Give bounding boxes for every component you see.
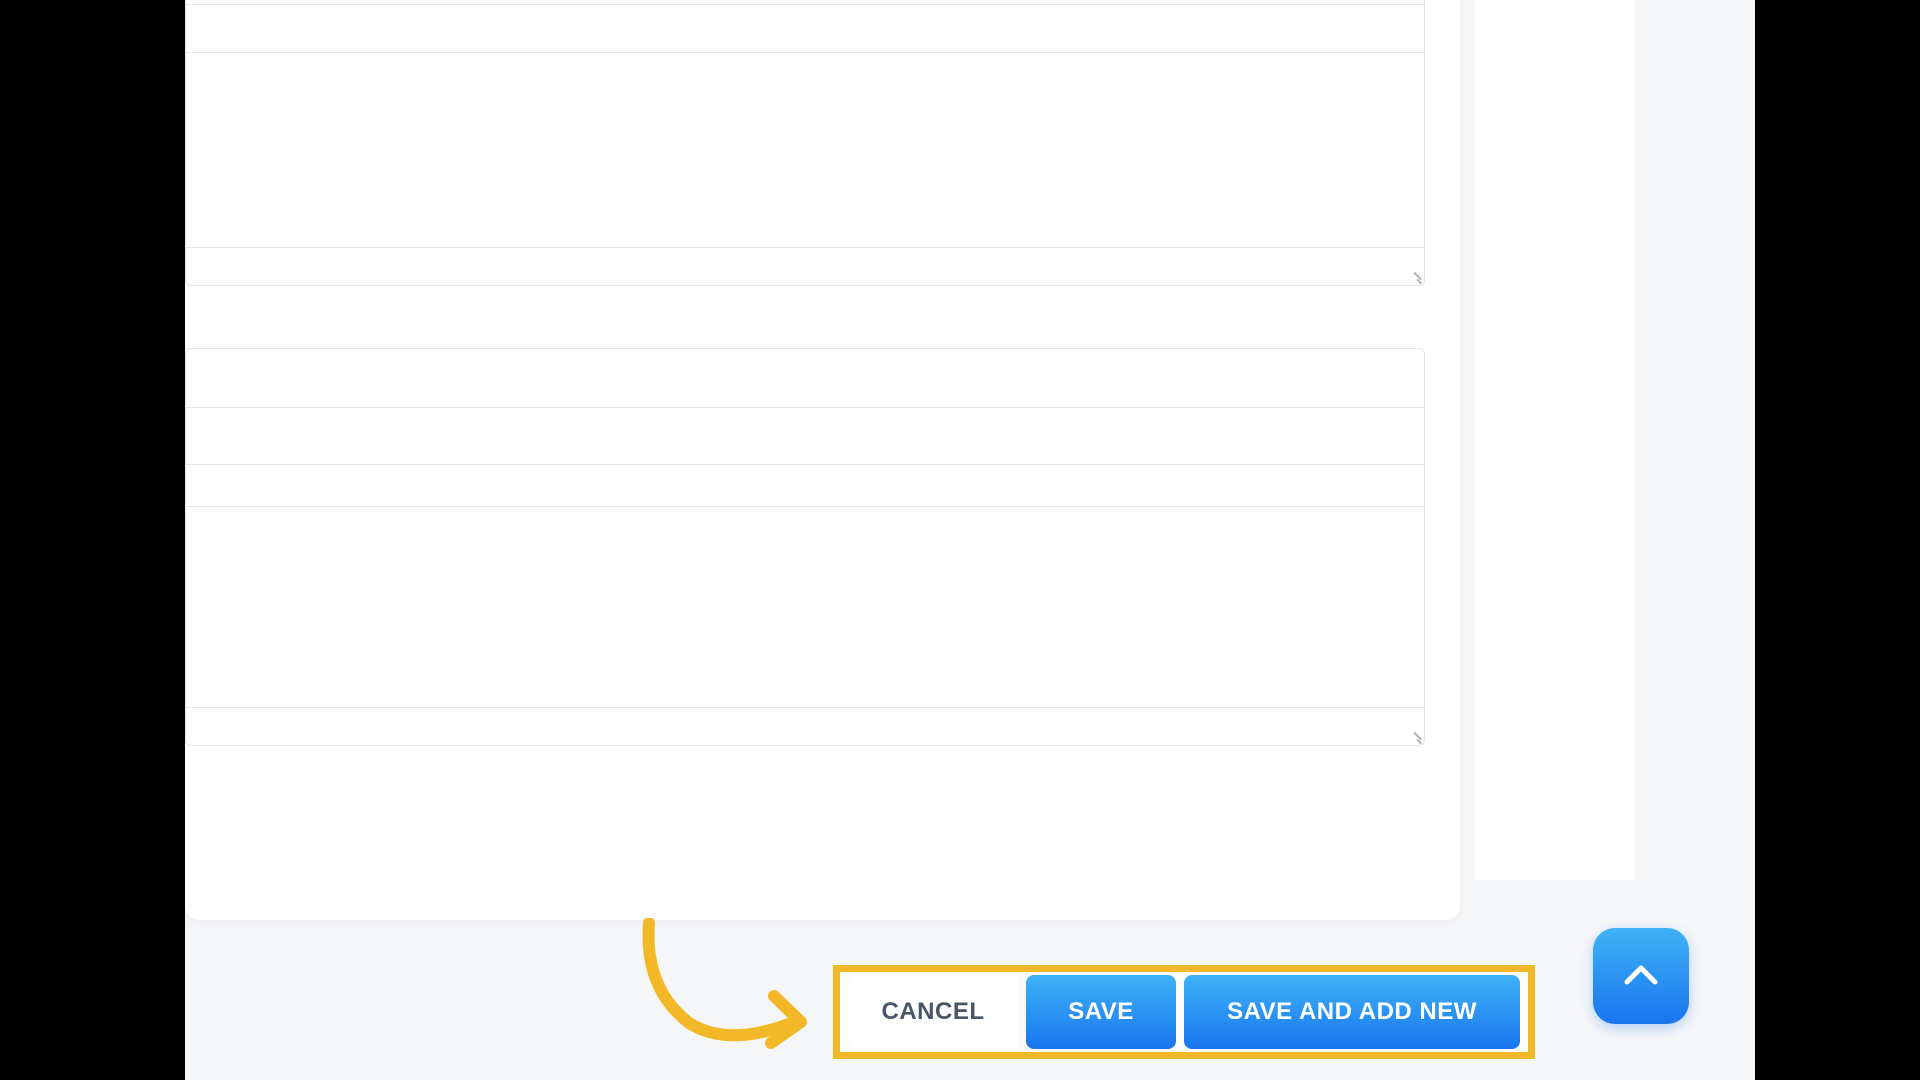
- right-sidebar-panel: [1475, 0, 1635, 880]
- form-section-2: [185, 348, 1425, 747]
- form-input-row[interactable]: [185, 348, 1425, 408]
- scroll-to-top-button[interactable]: [1593, 928, 1689, 1024]
- form-textarea[interactable]: [185, 507, 1425, 708]
- save-and-add-new-button-label: SAVE AND ADD NEW: [1227, 998, 1477, 1026]
- save-button[interactable]: SAVE: [1026, 975, 1176, 1049]
- form-textarea[interactable]: [185, 53, 1425, 248]
- form-card: [185, 0, 1460, 920]
- cancel-button[interactable]: CANCEL: [848, 975, 1018, 1049]
- cancel-button-label: CANCEL: [882, 998, 985, 1026]
- form-input-row[interactable]: [185, 465, 1425, 507]
- form-footer-row[interactable]: [185, 248, 1425, 286]
- save-button-label: SAVE: [1068, 998, 1134, 1026]
- form-input-row[interactable]: [185, 408, 1425, 465]
- action-button-bar-highlight: CANCEL SAVE SAVE AND ADD NEW: [833, 965, 1535, 1059]
- resize-handle-icon[interactable]: [1408, 729, 1422, 743]
- chevron-up-icon: [1619, 954, 1663, 998]
- resize-handle-icon[interactable]: [1408, 269, 1422, 283]
- form-footer-row[interactable]: [185, 708, 1425, 746]
- arrow-annotation-icon: [629, 918, 829, 1058]
- form-section-1: [185, 0, 1425, 285]
- page-container: CANCEL SAVE SAVE AND ADD NEW: [185, 0, 1755, 1080]
- form-input-row[interactable]: [185, 5, 1425, 53]
- save-and-add-new-button[interactable]: SAVE AND ADD NEW: [1184, 975, 1520, 1049]
